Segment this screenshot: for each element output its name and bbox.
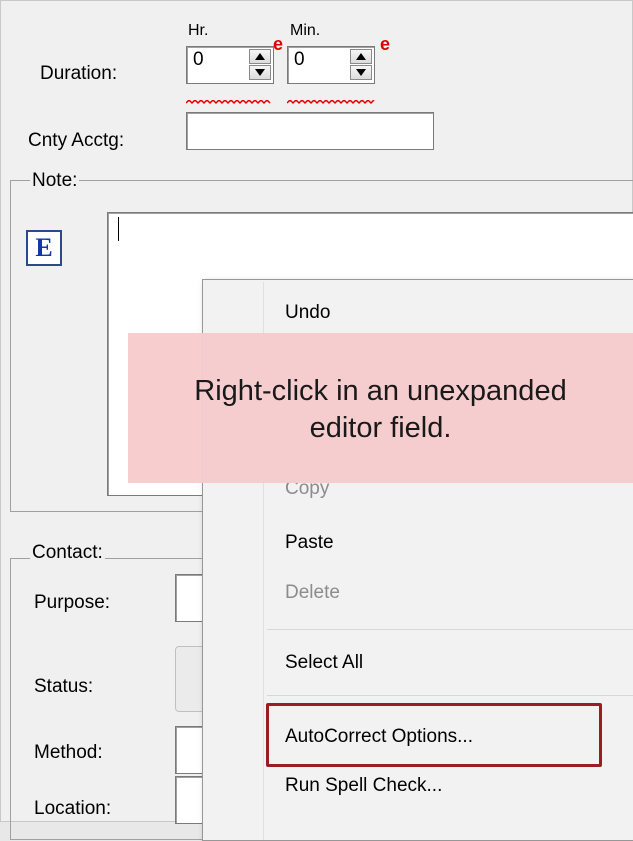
minutes-spinner[interactable]: 0	[287, 46, 375, 84]
location-label: Location:	[34, 798, 112, 819]
note-label: Note:	[30, 170, 80, 192]
callout-line-2: editor field.	[309, 412, 452, 444]
hours-spinner[interactable]: 0	[186, 46, 274, 84]
menu-separator	[267, 695, 633, 696]
menu-item-undo[interactable]: Undo	[285, 302, 330, 324]
menu-item-select-all[interactable]: Select All	[285, 652, 363, 674]
minutes-value: 0	[294, 49, 305, 70]
menu-item-run-spell-check[interactable]: Run Spell Check...	[285, 775, 442, 797]
hours-down-button[interactable]	[249, 65, 271, 80]
text-cursor	[118, 217, 119, 241]
hours-up-button[interactable]	[249, 49, 271, 64]
callout-line-1: Right-click in an unexpanded	[194, 375, 567, 407]
app-window: Hr. Min. Duration: 0 e 0 e Cnty Acctg: N…	[0, 0, 633, 841]
cnty-acctg-label: Cnty Acctg:	[28, 130, 125, 151]
expand-editor-button[interactable]: E	[26, 230, 62, 266]
arrow-up-icon	[356, 53, 366, 60]
arrow-down-icon	[255, 69, 265, 76]
instruction-callout: Right-click in an unexpanded editor fiel…	[128, 333, 633, 483]
status-label: Status:	[34, 676, 94, 697]
menu-item-paste[interactable]: Paste	[285, 532, 334, 554]
minutes-up-button[interactable]	[350, 49, 372, 64]
autocorrect-highlight-box	[266, 703, 602, 767]
arrow-up-icon	[255, 53, 265, 60]
minutes-down-button[interactable]	[350, 65, 372, 80]
duration-label: Duration:	[40, 63, 118, 84]
hours-value: 0	[193, 49, 204, 70]
purpose-label: Purpose:	[34, 592, 111, 613]
contact-label: Contact:	[30, 542, 105, 564]
cnty-acctg-input[interactable]	[186, 112, 434, 150]
arrow-down-icon	[356, 69, 366, 76]
hr-label: Hr.	[188, 22, 209, 39]
callout-text: Right-click in an unexpanded editor fiel…	[128, 373, 633, 447]
min-label: Min.	[290, 22, 321, 39]
menu-separator	[267, 629, 633, 630]
method-label: Method:	[34, 742, 103, 763]
location-label-clip: Location:	[30, 790, 180, 822]
hours-validation-squiggle-icon	[186, 100, 271, 105]
hours-required-icon: e	[273, 34, 284, 54]
minutes-validation-squiggle-icon	[287, 100, 375, 105]
minutes-required-icon: e	[380, 34, 391, 54]
menu-item-delete[interactable]: Delete	[285, 582, 340, 604]
